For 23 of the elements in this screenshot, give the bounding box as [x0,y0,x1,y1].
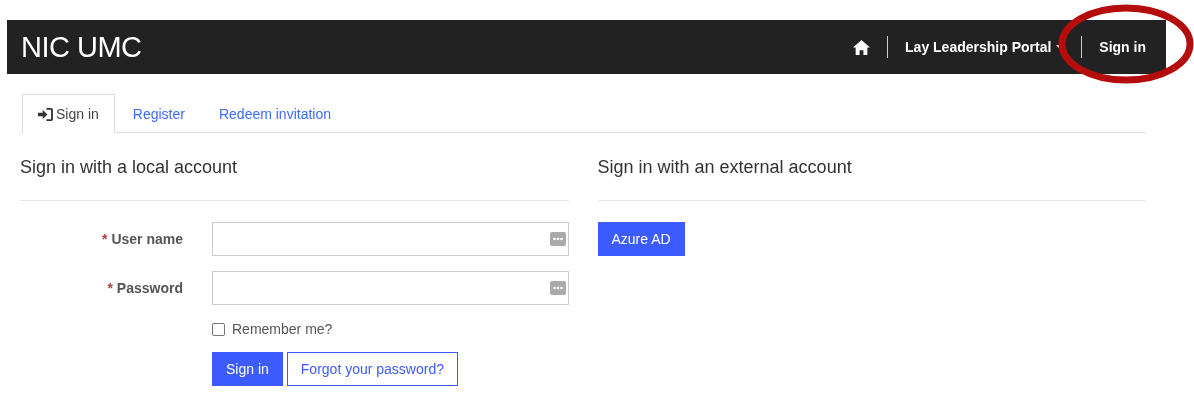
tab[interactable]: Redeem invitation [202,94,347,133]
tab[interactable]: Sign in [22,94,115,133]
remember-label: Remember me? [232,321,333,337]
sign-in-link[interactable]: Sign in [1099,39,1146,55]
section-heading: Sign in with an external account [597,157,853,178]
forgot-password-button[interactable]: Forgot your password? [286,352,458,386]
brand-title[interactable]: NIC UMC [21,30,142,64]
field-label: User name [111,231,183,247]
required-mark: * [107,280,113,296]
password-manager-icon[interactable] [549,232,566,246]
sign-in-button[interactable]: Sign in [212,352,283,386]
input-field[interactable] [212,222,569,256]
section-heading: Sign in with a local account [20,157,239,178]
sign-in-icon [38,107,53,121]
field-label: Password [116,280,183,296]
input-field[interactable] [212,271,569,305]
password-manager-icon[interactable] [549,281,566,295]
required-mark: * [101,231,108,247]
tab[interactable]: Register [116,94,201,133]
provider-button[interactable]: Azure AD [597,222,685,256]
home-icon[interactable] [853,39,871,55]
remember-checkbox[interactable] [212,322,225,336]
portal-menu[interactable]: Lay Leadership Portal [905,39,1065,55]
